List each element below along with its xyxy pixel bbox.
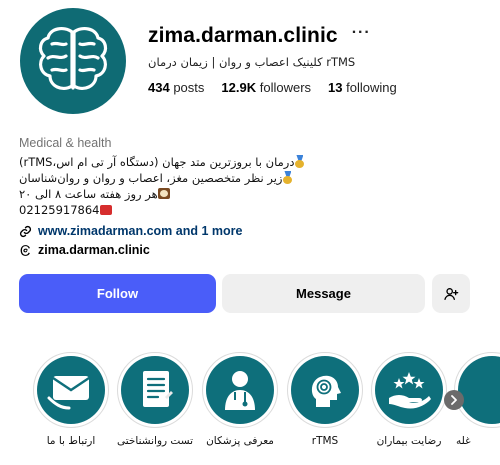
bio-line-2-text: زیر نظر متخصصین مغز، اعصاب و روان و روان… (19, 171, 283, 185)
posts-count: 434 (148, 80, 170, 95)
followers-count: 12.9K (221, 80, 257, 95)
phone-number: 02125917864 (19, 203, 100, 217)
follow-button[interactable]: Follow (19, 274, 216, 313)
add-person-icon (444, 287, 459, 300)
link-icon (19, 225, 32, 237)
username-row: zima.darman.clinic ··· (148, 24, 371, 48)
medal-icon (294, 155, 305, 168)
medal-icon (282, 171, 293, 184)
following-label: following (346, 80, 397, 95)
highlight-label: معرفی پزشکان (206, 435, 274, 447)
document-icon (143, 371, 173, 407)
highlight-label: غله (456, 435, 471, 447)
highlights-next-button[interactable] (444, 390, 464, 410)
highlight-contact[interactable]: ارتباط با ما (32, 352, 110, 447)
profile-avatar[interactable] (20, 8, 126, 114)
doctor-icon (225, 371, 255, 410)
suggested-accounts-button[interactable] (432, 274, 470, 313)
bio-line-1-text: درمان با بروزترین متد جهان (دستگاه آر تی… (19, 155, 295, 169)
telephone-icon (100, 205, 113, 215)
highlight-label: rTMS (311, 435, 339, 447)
message-button[interactable]: Message (222, 274, 425, 313)
posts-stat[interactable]: 434 posts (148, 80, 204, 95)
threads-icon (20, 244, 30, 256)
profile-stats: 434 posts 12.9K followers 13 following (148, 80, 397, 95)
profile-full-name: کلینیک اعصاب و روان | زیمان درمان rTMS (148, 55, 356, 69)
highlight-patient-satisfaction[interactable]: رضایت بیماران (370, 352, 448, 447)
highlight-psych-test[interactable]: تست روانشناختی (116, 352, 194, 447)
threads-link-text: zima.darman.clinic (38, 243, 150, 257)
brain-icon (38, 27, 108, 90)
head-signal-icon (311, 375, 341, 407)
website-link-text: www.zimadarman.com and 1 more (38, 224, 243, 238)
clock-icon (157, 188, 170, 199)
highlight-doctors[interactable]: معرفی پزشکان (201, 352, 279, 447)
threads-link[interactable]: zima.darman.clinic (19, 243, 479, 257)
stars-hand-icon (389, 372, 431, 409)
following-stat[interactable]: 13 following (328, 80, 397, 95)
following-count: 13 (328, 80, 343, 95)
highlight-label: تست روانشناختی (116, 435, 194, 447)
followers-stat[interactable]: 12.9K followers (221, 80, 311, 95)
bio-line-1: درمان با بروزترین متد جهان (دستگاه آر تی… (19, 154, 479, 170)
website-link[interactable]: www.zimadarman.com and 1 more (19, 224, 479, 238)
profile-category: Medical & health (19, 136, 112, 150)
profile-username: zima.darman.clinic (148, 24, 338, 47)
story-highlights: ارتباط با ما تست روانشناختی معرفی پزشکان (0, 352, 500, 457)
bio-line-2: زیر نظر متخصصین مغز، اعصاب و روان و روان… (19, 170, 479, 186)
highlight-label: رضایت بیماران (376, 435, 442, 447)
highlight-label: ارتباط با ما (46, 435, 96, 447)
bio-line-4: 02125917864 (19, 202, 479, 218)
followers-label: followers (259, 80, 312, 95)
bio-line-3-text: هر روز هفته ساعت ۸ الی ۲۰ (19, 187, 158, 201)
posts-label: posts (173, 80, 205, 95)
profile-bio: Medical & health درمان با بروزترین متد ج… (19, 136, 479, 257)
more-options-icon[interactable]: ··· (352, 25, 371, 41)
highlight-rtms[interactable]: rTMS (286, 352, 364, 447)
bio-line-3: هر روز هفته ساعت ۸ الی ۲۰ (19, 186, 479, 202)
chevron-right-icon (451, 395, 457, 405)
mail-icon (47, 376, 90, 410)
